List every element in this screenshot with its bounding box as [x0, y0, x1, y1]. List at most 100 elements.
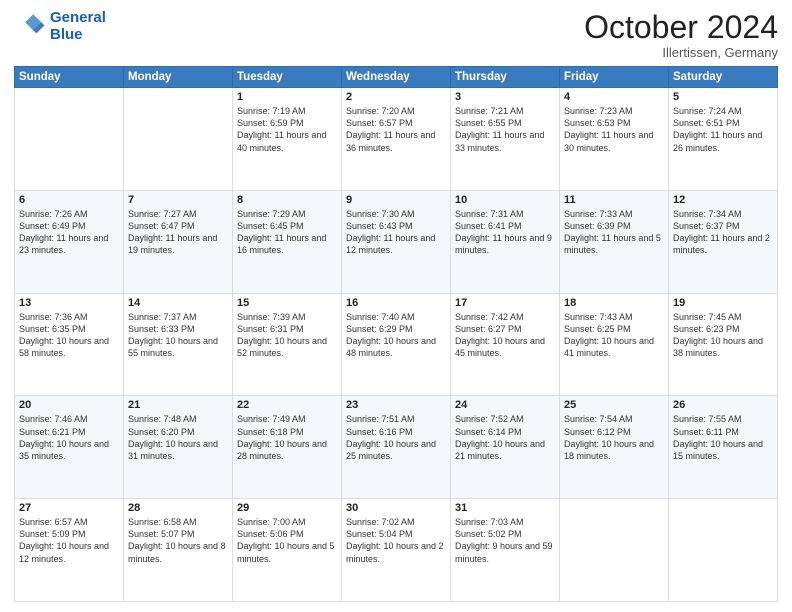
day-number: 11 — [564, 194, 664, 206]
cell-info: Sunrise: 7:42 AMSunset: 6:27 PMDaylight:… — [455, 311, 555, 360]
calendar-cell: 2 Sunrise: 7:20 AMSunset: 6:57 PMDaylight… — [342, 88, 451, 191]
cell-info: Sunrise: 7:02 AMSunset: 5:04 PMDaylight:… — [346, 516, 446, 565]
calendar-cell: 25 Sunrise: 7:54 AMSunset: 6:12 PMDayligh… — [560, 396, 669, 499]
calendar-cell: 23 Sunrise: 7:51 AMSunset: 6:16 PMDayligh… — [342, 396, 451, 499]
calendar-cell: 7Sunrise: 7:27 AMSunset: 6:47 PMDaylight… — [124, 190, 233, 293]
logo-text: General Blue — [50, 10, 106, 43]
calendar-cell: 21 Sunrise: 7:48 AMSunset: 6:20 PMDayligh… — [124, 396, 233, 499]
calendar-week-1: 1 Sunrise: 7:19 AMSunset: 6:59 PMDaylight… — [15, 88, 778, 191]
cell-info: Sunrise: 7:33 AMSunset: 6:39 PMDaylight:… — [564, 208, 664, 257]
calendar-week-4: 20Sunrise: 7:46 AMSunset: 6:21 PMDayligh… — [15, 396, 778, 499]
calendar-cell: 4 Sunrise: 7:23 AMSunset: 6:53 PMDaylight… — [560, 88, 669, 191]
cell-info: Sunrise: 7:54 AMSunset: 6:12 PMDaylight:… — [564, 413, 664, 462]
day-number: 22 — [237, 399, 337, 411]
calendar-cell: 8 Sunrise: 7:29 AMSunset: 6:45 PMDaylight… — [233, 190, 342, 293]
day-number: 24 — [455, 399, 555, 411]
logo-icon — [14, 11, 46, 43]
title-block: October 2024 Illertissen, Germany — [584, 10, 778, 60]
cell-info: Sunrise: 7:39 AMSunset: 6:31 PMDaylight:… — [237, 311, 337, 360]
day-number: 15 — [237, 297, 337, 309]
calendar-cell: 10 Sunrise: 7:31 AMSunset: 6:41 PMDayligh… — [451, 190, 560, 293]
calendar-cell: 31 Sunrise: 7:03 AMSunset: 5:02 PMDayligh… — [451, 499, 560, 602]
calendar-cell: 15 Sunrise: 7:39 AMSunset: 6:31 PMDayligh… — [233, 293, 342, 396]
month-title: October 2024 — [584, 10, 778, 45]
calendar-cell — [669, 499, 778, 602]
calendar-cell: 14Sunrise: 7:37 AMSunset: 6:33 PMDayligh… — [124, 293, 233, 396]
cell-info: Sunrise: 7:27 AMSunset: 6:47 PMDaylight:… — [128, 208, 228, 257]
calendar-header-row: SundayMondayTuesdayWednesdayThursdayFrid… — [15, 67, 778, 88]
cell-info: Sunrise: 7:03 AMSunset: 5:02 PMDaylight:… — [455, 516, 555, 565]
day-number: 20 — [19, 399, 119, 411]
day-number: 27 — [19, 502, 119, 514]
day-number: 17 — [455, 297, 555, 309]
calendar-week-2: 6Sunrise: 7:26 AMSunset: 6:49 PMDaylight… — [15, 190, 778, 293]
cell-info: Sunrise: 7:23 AMSunset: 6:53 PMDaylight:… — [564, 105, 664, 154]
day-of-week-friday: Friday — [560, 67, 669, 88]
day-number: 19 — [673, 297, 773, 309]
day-of-week-thursday: Thursday — [451, 67, 560, 88]
page: General Blue October 2024 Illertissen, G… — [0, 0, 792, 612]
day-number: 10 — [455, 194, 555, 206]
day-of-week-saturday: Saturday — [669, 67, 778, 88]
calendar-cell: 29Sunrise: 7:00 AMSunset: 5:06 PMDayligh… — [233, 499, 342, 602]
cell-info: Sunrise: 7:31 AMSunset: 6:41 PMDaylight:… — [455, 208, 555, 257]
day-number: 18 — [564, 297, 664, 309]
calendar-table: SundayMondayTuesdayWednesdayThursdayFrid… — [14, 66, 778, 602]
day-number: 31 — [455, 502, 555, 514]
calendar-week-3: 13 Sunrise: 7:36 AMSunset: 6:35 PMDayligh… — [15, 293, 778, 396]
day-number: 14 — [128, 297, 228, 309]
day-number: 2 — [346, 91, 446, 103]
header: General Blue October 2024 Illertissen, G… — [14, 10, 778, 60]
cell-info: Sunrise: 7:19 AMSunset: 6:59 PMDaylight:… — [237, 105, 337, 154]
cell-info: Sunrise: 7:49 AMSunset: 6:18 PMDaylight:… — [237, 413, 337, 462]
calendar-cell: 27 Sunrise: 6:57 AMSunset: 5:09 PMDayligh… — [15, 499, 124, 602]
day-number: 6 — [19, 194, 119, 206]
calendar-cell: 12Sunrise: 7:34 AMSunset: 6:37 PMDayligh… — [669, 190, 778, 293]
calendar-cell: 1 Sunrise: 7:19 AMSunset: 6:59 PMDaylight… — [233, 88, 342, 191]
calendar-cell: 20Sunrise: 7:46 AMSunset: 6:21 PMDayligh… — [15, 396, 124, 499]
calendar-cell: 22 Sunrise: 7:49 AMSunset: 6:18 PMDayligh… — [233, 396, 342, 499]
day-number: 13 — [19, 297, 119, 309]
calendar-cell: 16 Sunrise: 7:40 AMSunset: 6:29 PMDayligh… — [342, 293, 451, 396]
day-number: 25 — [564, 399, 664, 411]
day-of-week-monday: Monday — [124, 67, 233, 88]
day-number: 21 — [128, 399, 228, 411]
calendar-cell: 17 Sunrise: 7:42 AMSunset: 6:27 PMDayligh… — [451, 293, 560, 396]
cell-info: Sunrise: 7:20 AMSunset: 6:57 PMDaylight:… — [346, 105, 446, 154]
calendar-cell: 6Sunrise: 7:26 AMSunset: 6:49 PMDaylight… — [15, 190, 124, 293]
calendar-cell — [560, 499, 669, 602]
day-number: 1 — [237, 91, 337, 103]
cell-info: Sunrise: 7:00 AMSunset: 5:06 PMDaylight:… — [237, 516, 337, 565]
calendar-cell: 13 Sunrise: 7:36 AMSunset: 6:35 PMDayligh… — [15, 293, 124, 396]
cell-info: Sunrise: 7:36 AMSunset: 6:35 PMDaylight:… — [19, 311, 119, 360]
cell-info: Sunrise: 7:51 AMSunset: 6:16 PMDaylight:… — [346, 413, 446, 462]
cell-info: Sunrise: 7:48 AMSunset: 6:20 PMDaylight:… — [128, 413, 228, 462]
day-number: 3 — [455, 91, 555, 103]
cell-info: Sunrise: 7:40 AMSunset: 6:29 PMDaylight:… — [346, 311, 446, 360]
calendar-cell: 3 Sunrise: 7:21 AMSunset: 6:55 PMDaylight… — [451, 88, 560, 191]
day-number: 12 — [673, 194, 773, 206]
day-number: 23 — [346, 399, 446, 411]
cell-info: Sunrise: 6:58 AMSunset: 5:07 PMDaylight:… — [128, 516, 228, 565]
day-number: 28 — [128, 502, 228, 514]
cell-info: Sunrise: 6:57 AMSunset: 5:09 PMDaylight:… — [19, 516, 119, 565]
calendar-cell: 18Sunrise: 7:43 AMSunset: 6:25 PMDayligh… — [560, 293, 669, 396]
location: Illertissen, Germany — [584, 45, 778, 60]
day-number: 30 — [346, 502, 446, 514]
day-number: 8 — [237, 194, 337, 206]
calendar-cell: 28 Sunrise: 6:58 AMSunset: 5:07 PMDayligh… — [124, 499, 233, 602]
calendar-cell — [15, 88, 124, 191]
day-number: 16 — [346, 297, 446, 309]
day-number: 5 — [673, 91, 773, 103]
day-of-week-sunday: Sunday — [15, 67, 124, 88]
day-number: 4 — [564, 91, 664, 103]
logo: General Blue — [14, 10, 106, 43]
calendar-cell: 5Sunrise: 7:24 AMSunset: 6:51 PMDaylight… — [669, 88, 778, 191]
day-of-week-tuesday: Tuesday — [233, 67, 342, 88]
cell-info: Sunrise: 7:30 AMSunset: 6:43 PMDaylight:… — [346, 208, 446, 257]
day-of-week-wednesday: Wednesday — [342, 67, 451, 88]
calendar-cell: 24Sunrise: 7:52 AMSunset: 6:14 PMDayligh… — [451, 396, 560, 499]
cell-info: Sunrise: 7:21 AMSunset: 6:55 PMDaylight:… — [455, 105, 555, 154]
cell-info: Sunrise: 7:29 AMSunset: 6:45 PMDaylight:… — [237, 208, 337, 257]
calendar-cell: 9Sunrise: 7:30 AMSunset: 6:43 PMDaylight… — [342, 190, 451, 293]
